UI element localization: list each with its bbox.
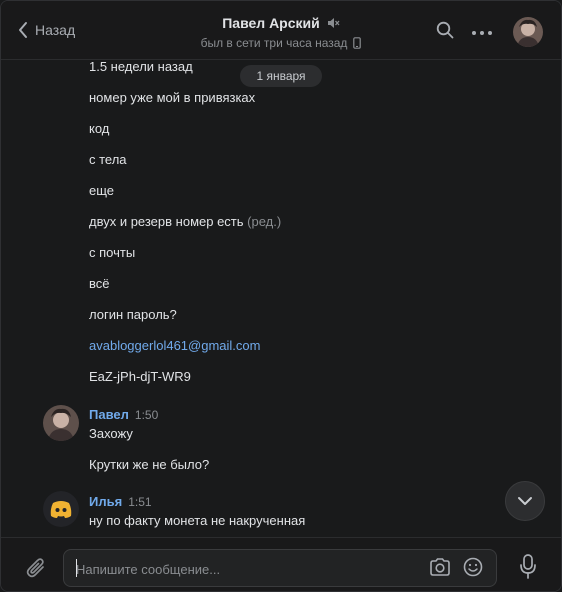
message-line: 1.5 недели назад [89, 59, 193, 74]
online-status: был в сети три часа назад [200, 36, 348, 50]
chat-window: Назад Павел Арский был в сети три часа н… [0, 0, 562, 592]
message-line: EaZ-jPh-djT-WR9 [89, 369, 191, 384]
author-name[interactable]: Илья [89, 494, 122, 509]
date-separator: 1 января [240, 65, 322, 87]
message-list: 1.5 недели назад 1 января номер уже мой … [1, 59, 561, 537]
message-input[interactable] [74, 550, 418, 588]
composer [1, 537, 561, 591]
message-line: с тела [89, 152, 127, 167]
message-line: ну по факту монета не накрученная [89, 513, 306, 528]
message-line: номер уже мой в привязках [89, 90, 256, 105]
message-line: логин пароль? [89, 307, 177, 322]
camera-icon[interactable] [429, 557, 451, 577]
discord-icon [43, 491, 79, 527]
message-line: с почты [89, 245, 136, 260]
message-line: всё [89, 276, 110, 291]
mic-icon[interactable] [519, 554, 537, 580]
scroll-down-button[interactable] [505, 481, 545, 521]
contact-avatar[interactable] [513, 17, 543, 47]
message-line: еще [89, 183, 115, 198]
smile-icon[interactable] [463, 557, 483, 577]
message-time: 1:51 [128, 495, 152, 509]
more-icon[interactable] [471, 30, 493, 36]
message-time: 1:50 [134, 408, 159, 422]
paperclip-icon[interactable] [25, 556, 47, 580]
message-line: код [89, 121, 110, 136]
chat-header: Назад Павел Арский был в сети три часа н… [1, 1, 561, 60]
message-author: Павел 1:50 [89, 407, 158, 422]
mute-icon [327, 18, 340, 28]
chat-title[interactable]: Павел Арский [222, 15, 320, 31]
phone-icon [353, 37, 362, 49]
message-line: двух и резерв номер есть (ред.) [89, 214, 281, 229]
message-author: Илья 1:51 [89, 494, 152, 509]
search-icon[interactable] [436, 21, 454, 39]
message-line: Крутки же не было? [89, 457, 210, 472]
pavel-avatar[interactable] [43, 405, 79, 441]
edited-mark: (ред.) [247, 214, 282, 229]
ilya-avatar[interactable] [43, 491, 79, 527]
message-line: Захожу [89, 426, 133, 441]
email-link[interactable]: avabloggerlol461@gmail.com [89, 338, 260, 353]
message-text: двух и резерв номер есть [89, 214, 244, 229]
author-name[interactable]: Павел [89, 407, 129, 422]
chevron-down-icon [518, 497, 532, 505]
